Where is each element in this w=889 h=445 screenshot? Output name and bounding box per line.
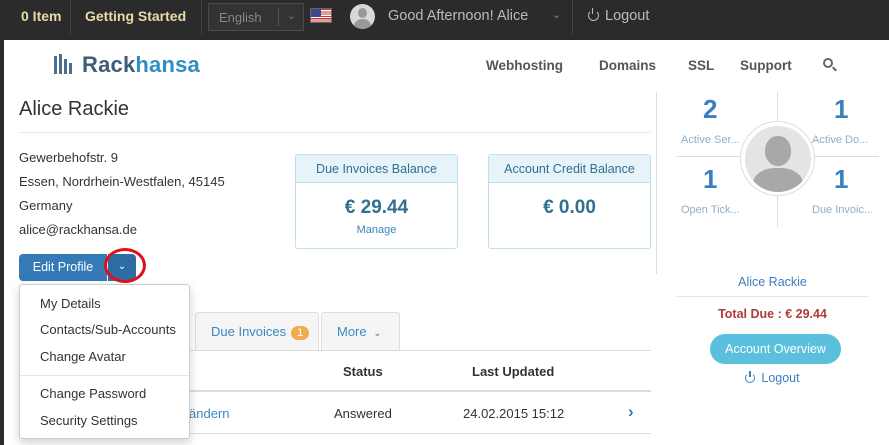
stat-label[interactable]: Active Do... xyxy=(812,134,868,146)
divider xyxy=(656,92,657,274)
stat-value[interactable]: 1 xyxy=(834,94,848,125)
ticket-subject-link[interactable]: ändern xyxy=(189,406,229,421)
avatar xyxy=(740,121,815,196)
chevron-down-icon: ⌄ xyxy=(373,328,382,339)
address-line: Gewerbehofstr. 9 xyxy=(19,150,118,165)
top-bar: 0 Item Getting Started English ⌄ Good Af… xyxy=(0,0,889,34)
menu-item-contacts[interactable]: Contacts/Sub-Accounts xyxy=(40,322,176,337)
sidebar-user-name[interactable]: Alice Rackie xyxy=(656,275,889,289)
divider xyxy=(201,0,202,34)
total-due-text: Total Due : € 29.44 xyxy=(718,307,827,321)
power-icon xyxy=(745,371,756,383)
tab-label: More xyxy=(337,324,367,339)
greeting-menu[interactable]: Good Afternoon! Alice xyxy=(388,8,528,24)
divider xyxy=(815,156,879,157)
logo-bars-icon xyxy=(54,54,76,74)
search-icon[interactable] xyxy=(822,57,838,73)
cart-link[interactable]: 0 Item xyxy=(21,8,61,24)
divider xyxy=(777,192,778,227)
manage-link[interactable]: Manage xyxy=(296,224,457,236)
avatar[interactable] xyxy=(350,4,375,29)
page-title: Alice Rackie xyxy=(19,98,130,120)
due-invoices-panel: Due Invoices Balance € 29.44 Manage xyxy=(295,154,458,249)
chevron-right-icon[interactable]: › xyxy=(628,402,634,422)
divider xyxy=(70,0,71,34)
logout-label: Logout xyxy=(761,371,800,385)
divider xyxy=(278,8,279,26)
logo-text-rack: Rack xyxy=(82,52,136,77)
tab-more[interactable]: More ⌄ xyxy=(321,312,400,351)
language-select[interactable]: English ⌄ xyxy=(208,3,304,31)
credit-balance-panel: Account Credit Balance € 0.00 xyxy=(488,154,651,249)
nav-webhosting[interactable]: Webhosting xyxy=(486,58,563,73)
divider xyxy=(19,132,651,133)
stat-value[interactable]: 1 xyxy=(703,164,717,195)
logout-link[interactable]: Logout xyxy=(588,8,649,24)
nav-support[interactable]: Support xyxy=(740,58,792,73)
chevron-down-icon[interactable]: ⌄ xyxy=(552,8,561,21)
menu-item-my-details[interactable]: My Details xyxy=(40,296,101,311)
count-badge: 1 xyxy=(291,326,310,340)
chevron-down-icon: ⌄ xyxy=(286,10,296,22)
language-value: English xyxy=(219,10,262,25)
client-area-page: Rackhansa Webhosting Domains SSL Support… xyxy=(4,40,889,445)
logo-text-hansa: hansa xyxy=(135,52,200,77)
stat-label[interactable]: Active Ser... xyxy=(681,134,740,146)
menu-item-change-password[interactable]: Change Password xyxy=(40,386,146,401)
stat-value[interactable]: 1 xyxy=(834,164,848,195)
panel-title: Account Credit Balance xyxy=(489,155,650,183)
stat-value[interactable]: 2 xyxy=(703,94,717,125)
due-balance-value: € 29.44 xyxy=(344,197,409,218)
tab-label: Due Invoices xyxy=(211,324,287,339)
stat-label[interactable]: Due Invoic... xyxy=(812,204,873,216)
getting-started-link[interactable]: Getting Started xyxy=(85,8,186,24)
panel-title: Due Invoices Balance xyxy=(296,155,457,183)
sidebar-logout-link[interactable]: Logout xyxy=(656,371,889,385)
profile-dropdown-menu: My Details Contacts/Sub-Accounts Change … xyxy=(19,284,190,439)
menu-item-security-settings[interactable]: Security Settings xyxy=(40,413,138,428)
address-line: Germany xyxy=(19,198,73,213)
ticket-updated: 24.02.2015 15:12 xyxy=(463,406,565,421)
email-text: alice@rackhansa.de xyxy=(19,222,137,237)
us-flag-icon[interactable] xyxy=(310,8,332,23)
power-icon xyxy=(588,8,599,21)
divider xyxy=(572,0,573,34)
nav-ssl[interactable]: SSL xyxy=(688,58,714,73)
divider xyxy=(20,375,189,376)
divider xyxy=(676,156,740,157)
divider xyxy=(676,296,869,297)
edit-profile-button[interactable]: Edit Profile xyxy=(19,254,107,281)
column-header-status[interactable]: Status xyxy=(343,364,383,379)
logout-label: Logout xyxy=(605,8,650,24)
column-header-last-updated[interactable]: Last Updated xyxy=(472,364,554,379)
credit-balance-value: € 0.00 xyxy=(543,197,596,218)
menu-item-change-avatar[interactable]: Change Avatar xyxy=(40,349,126,364)
address-line: Essen, Nordrhein-Westfalen, 45145 xyxy=(19,174,225,189)
highlight-circle xyxy=(104,248,146,283)
account-overview-button[interactable]: Account Overview xyxy=(710,334,841,364)
nav-domains[interactable]: Domains xyxy=(599,58,656,73)
stat-label[interactable]: Open Tick... xyxy=(681,204,740,216)
tab-due-invoices[interactable]: Due Invoices 1 xyxy=(195,312,319,351)
ticket-status: Answered xyxy=(334,406,392,421)
